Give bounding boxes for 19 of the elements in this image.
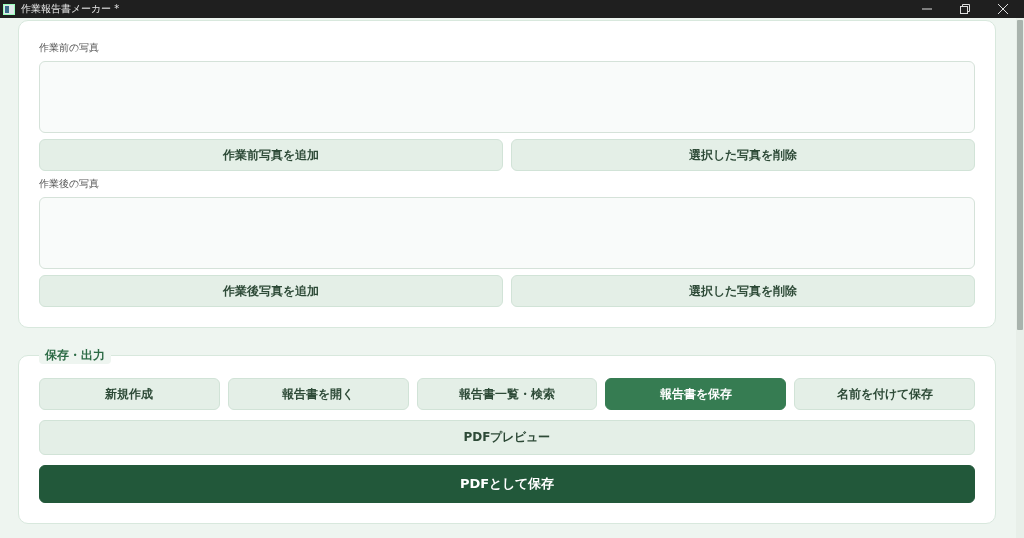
field-label: 作業後の写真 bbox=[39, 177, 100, 191]
close-icon[interactable] bbox=[998, 4, 1008, 14]
photo-button[interactable]: 作業前写真を追加 bbox=[39, 139, 503, 171]
action-button[interactable]: 名前を付けて保存 bbox=[794, 378, 975, 410]
restore-icon[interactable] bbox=[960, 4, 970, 14]
window-title: 作業報告書メーカー * bbox=[21, 2, 120, 16]
action-button[interactable]: PDFプレビュー bbox=[39, 420, 975, 455]
photo-button[interactable]: 選択した写真を削除 bbox=[511, 275, 975, 307]
photo-button[interactable]: 選択した写真を削除 bbox=[511, 139, 975, 171]
field-label: 作業前の写真 bbox=[39, 41, 100, 55]
action-button[interactable]: 報告書一覧・検索 bbox=[416, 378, 598, 410]
photo-button[interactable]: 作業後写真を追加 bbox=[39, 275, 503, 307]
scrollbar[interactable] bbox=[1016, 18, 1024, 538]
action-button[interactable]: 報告書を保存 bbox=[605, 378, 787, 410]
action-button[interactable]: 新規作成 bbox=[39, 378, 220, 410]
app-icon bbox=[3, 3, 15, 15]
action-button[interactable]: PDFとして保存 bbox=[39, 465, 975, 503]
action-button[interactable]: 報告書を開く bbox=[227, 378, 409, 410]
section-title: 保存・出力 bbox=[39, 346, 111, 364]
